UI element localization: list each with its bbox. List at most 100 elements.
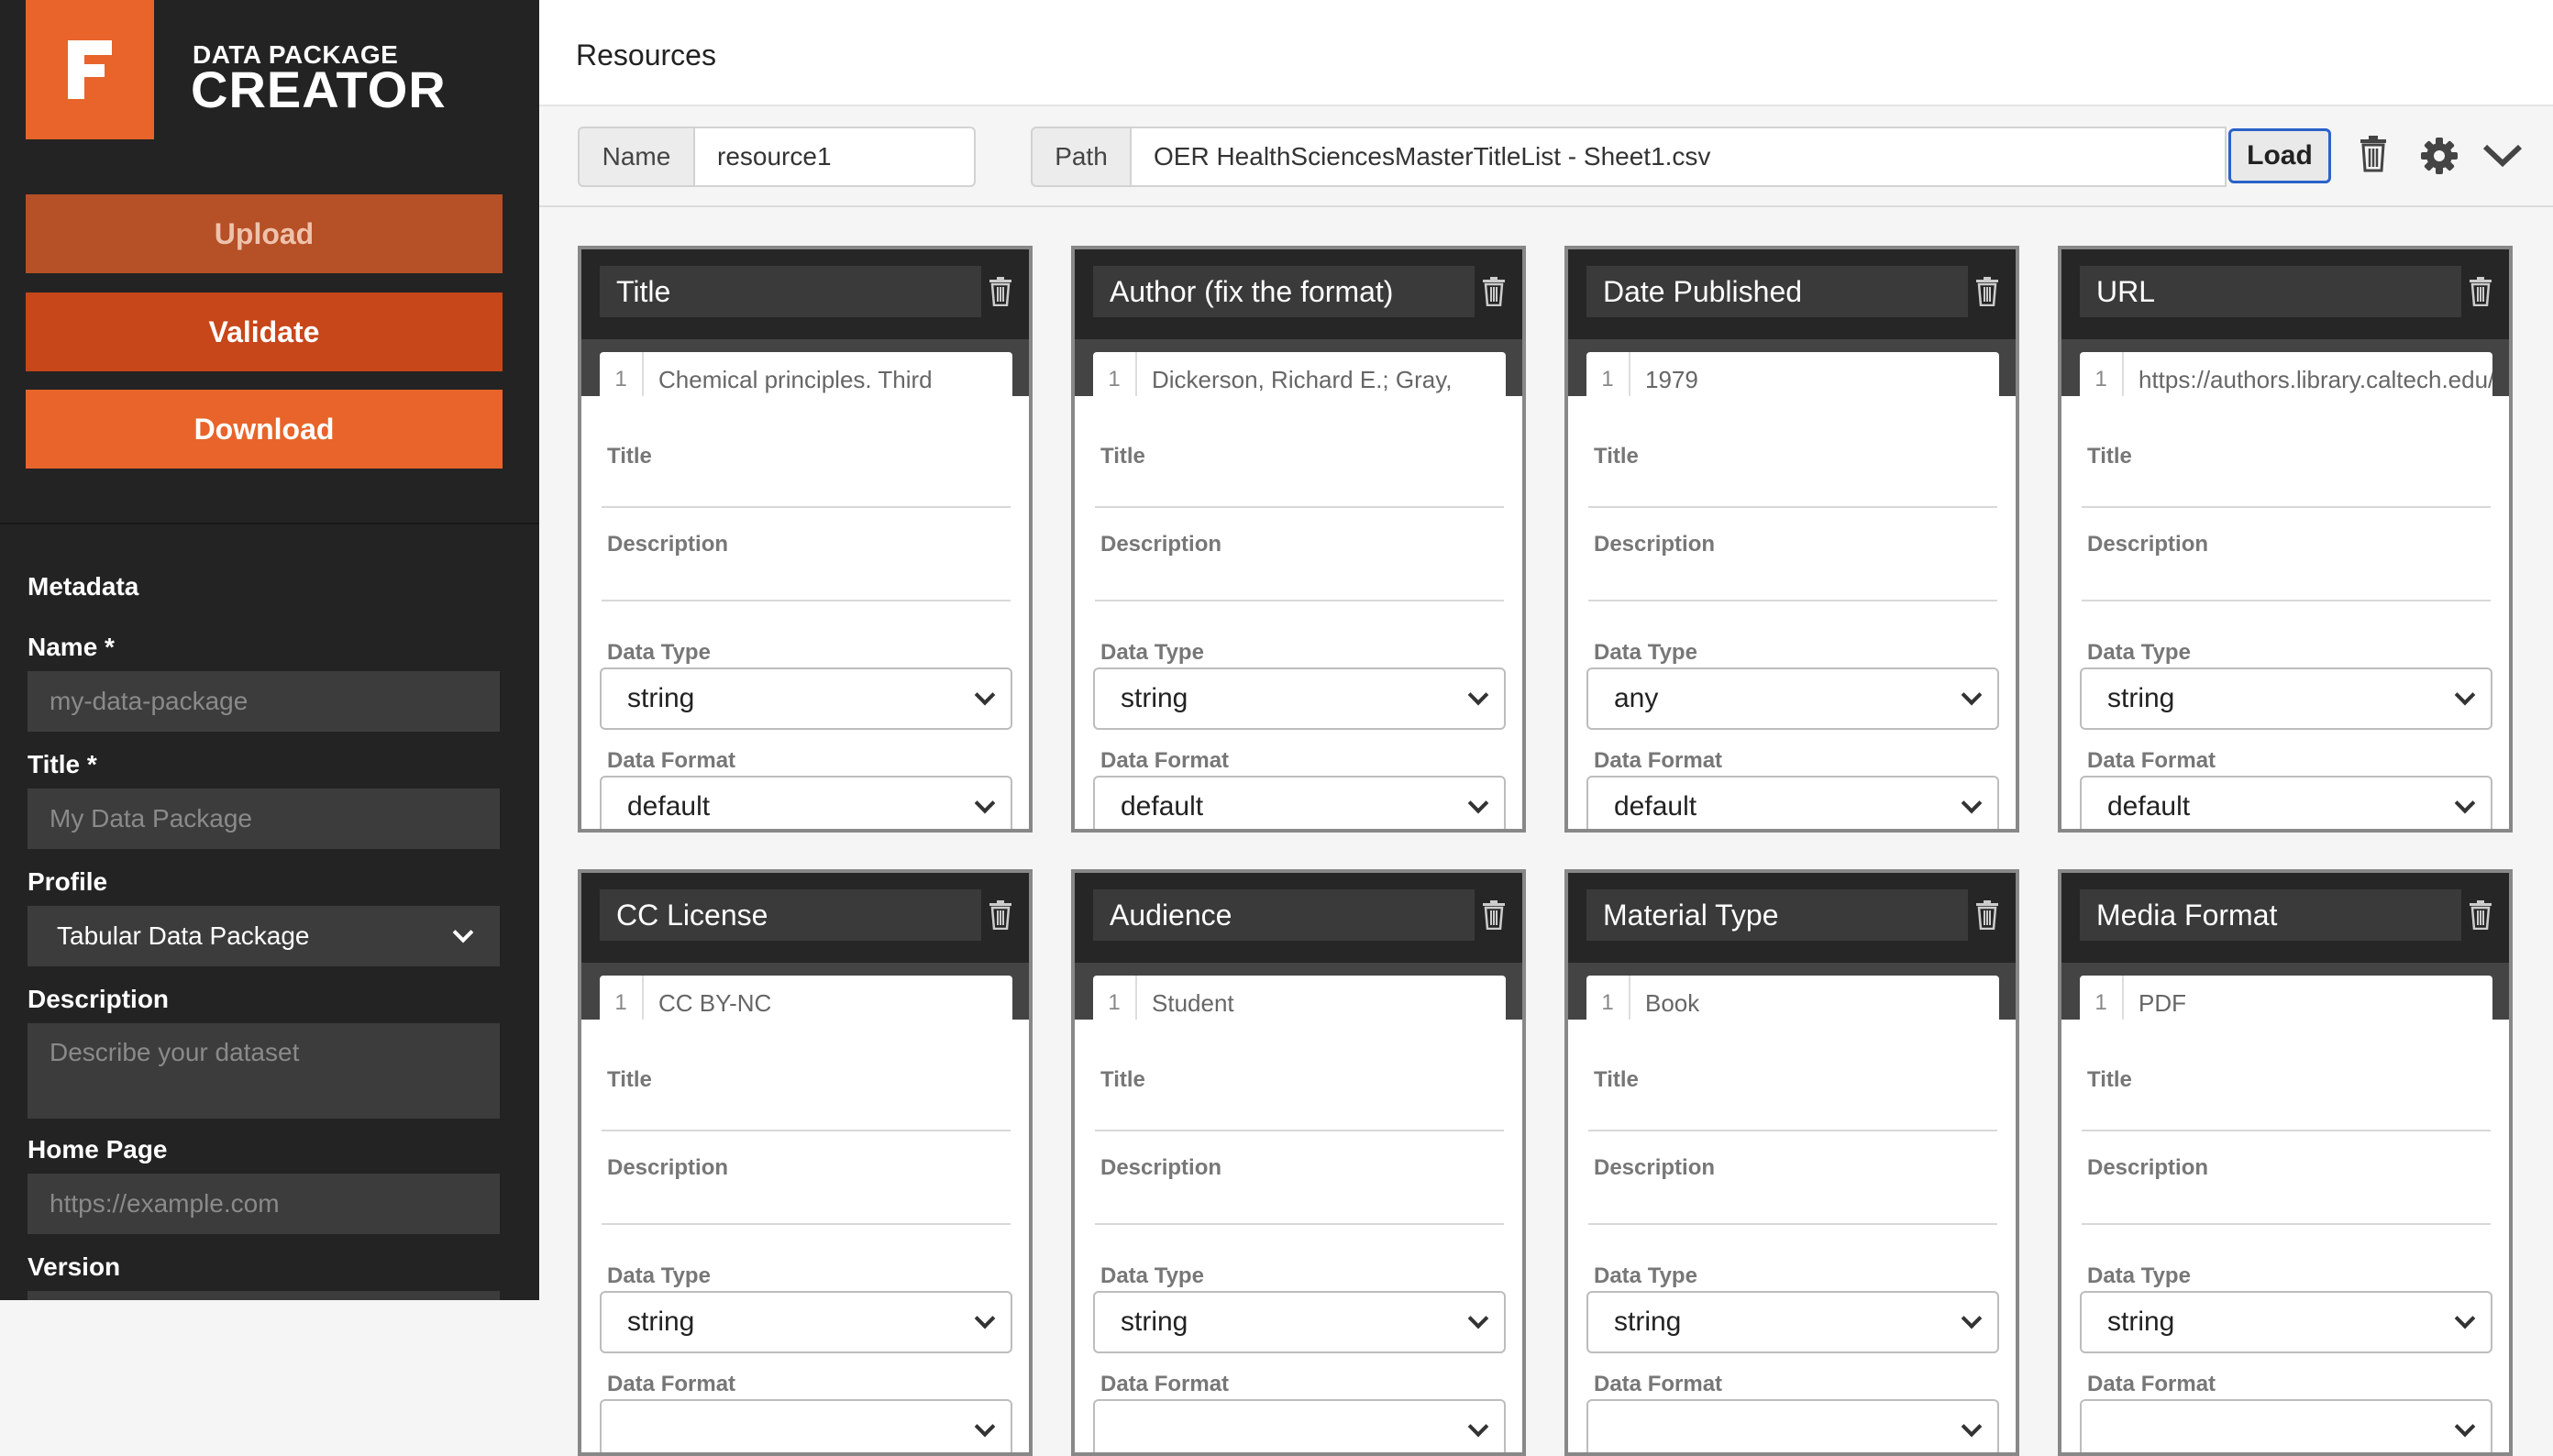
field-description-label: Description <box>1100 1155 1222 1180</box>
field-description-input[interactable] <box>1588 1223 1997 1225</box>
field-title-input[interactable] <box>1095 506 1504 508</box>
profile-label: Profile <box>28 867 108 896</box>
data-format-select[interactable]: default <box>2080 776 2492 829</box>
collapse-chevron-down-icon[interactable] <box>2481 143 2524 169</box>
field-title-input[interactable] <box>2082 1130 2491 1131</box>
field-title-input[interactable] <box>2082 506 2491 508</box>
field-description-input[interactable] <box>1588 600 1997 601</box>
preview-value: Chemical principles. Third <box>658 365 933 393</box>
package-title-placeholder: My Data Package <box>50 804 252 833</box>
field-name-input[interactable]: CC License <box>600 889 981 941</box>
chevron-down-icon <box>974 1416 996 1438</box>
field-card-body: Title Description Data Type string Data … <box>1075 1020 1522 1452</box>
field-title-input[interactable] <box>602 506 1011 508</box>
field-description-input[interactable] <box>1095 1223 1504 1225</box>
chevron-down-icon <box>974 684 996 706</box>
package-description-textarea[interactable]: Describe your dataset <box>28 1023 500 1119</box>
download-button[interactable]: Download <box>26 390 503 469</box>
chevron-down-icon <box>452 921 474 943</box>
data-type-value: string <box>627 683 695 713</box>
field-description-input[interactable] <box>2082 600 2491 601</box>
data-format-select[interactable] <box>600 1399 1012 1452</box>
data-format-value: default <box>627 791 711 822</box>
delete-resource-trash-icon[interactable] <box>2359 136 2388 172</box>
load-button[interactable]: Load <box>2228 128 2331 183</box>
field-card-header: Title 1 Chemical principles. Third <box>581 249 1029 407</box>
field-name-input[interactable]: Title <box>600 266 981 317</box>
data-format-select[interactable] <box>2080 1399 2492 1452</box>
data-format-select[interactable]: default <box>600 776 1012 829</box>
field-title-input[interactable] <box>1588 1130 1997 1131</box>
data-type-value: any <box>1614 683 1659 713</box>
data-format-select[interactable] <box>1586 1399 1999 1452</box>
field-title-label: Title <box>607 1067 652 1092</box>
data-type-select[interactable]: string <box>600 667 1012 730</box>
homepage-input[interactable]: https://example.com <box>28 1174 500 1234</box>
field-name-input[interactable]: Material Type <box>1586 889 1968 941</box>
field-card-header: URL 1 https://authors.library.caltech.ed… <box>2061 249 2509 407</box>
field-card: Material Type 1 Book Title Description D… <box>1564 869 2019 1456</box>
data-format-value: default <box>1121 791 1204 822</box>
data-type-select[interactable]: string <box>2080 1291 2492 1353</box>
field-title-label: Title <box>2087 444 2132 469</box>
field-data-type-label: Data Type <box>1100 640 1204 665</box>
resource-name-input[interactable]: resource1 <box>695 127 976 187</box>
field-name-input[interactable]: Author (fix the format) <box>1093 266 1475 317</box>
field-name-input[interactable]: Audience <box>1093 889 1475 941</box>
field-description-input[interactable] <box>602 600 1011 601</box>
data-format-value: default <box>2107 791 2191 822</box>
chevron-down-icon <box>2454 684 2476 706</box>
package-title-input[interactable]: My Data Package <box>28 789 500 849</box>
field-card-body: Title Description Data Type string Data … <box>2061 396 2509 829</box>
field-name-input[interactable]: Date Published <box>1586 266 1968 317</box>
data-format-select[interactable]: default <box>1586 776 1999 829</box>
field-name-value: URL <box>2096 274 2156 308</box>
chevron-down-icon <box>974 1307 996 1329</box>
field-title-input[interactable] <box>1095 1130 1504 1131</box>
package-name-input[interactable]: my-data-package <box>28 671 500 732</box>
data-type-select[interactable]: string <box>600 1291 1012 1353</box>
data-type-select[interactable]: string <box>2080 667 2492 730</box>
preview-value: PDF <box>2139 988 2186 1017</box>
field-title-input[interactable] <box>602 1130 1011 1131</box>
data-type-select[interactable]: any <box>1586 667 1999 730</box>
chevron-down-icon <box>2454 1416 2476 1438</box>
delete-field-trash-icon[interactable] <box>1482 900 1506 934</box>
chevron-down-icon <box>1467 684 1489 706</box>
data-type-select[interactable]: string <box>1093 1291 1506 1353</box>
data-format-select[interactable]: default <box>1093 776 1506 829</box>
data-type-select[interactable]: string <box>1586 1291 1999 1353</box>
delete-field-trash-icon[interactable] <box>989 277 1012 311</box>
data-type-select[interactable]: string <box>1093 667 1506 730</box>
upload-button[interactable]: Upload <box>26 194 503 273</box>
delete-field-trash-icon[interactable] <box>1975 900 1999 934</box>
delete-field-trash-icon[interactable] <box>2469 900 2492 934</box>
settings-gear-icon[interactable] <box>2421 138 2458 174</box>
data-type-value: string <box>2107 1307 2175 1337</box>
field-name-input[interactable]: URL <box>2080 266 2461 317</box>
field-title-input[interactable] <box>1588 506 1997 508</box>
delete-field-trash-icon[interactable] <box>2469 277 2492 311</box>
field-description-label: Description <box>2087 532 2209 557</box>
field-data-format-label: Data Format <box>1594 748 1723 773</box>
field-description-input[interactable] <box>2082 1223 2491 1225</box>
data-type-value: string <box>1121 683 1188 713</box>
field-description-input[interactable] <box>602 1223 1011 1225</box>
validate-button[interactable]: Validate <box>26 292 503 371</box>
version-input[interactable] <box>28 1291 500 1300</box>
preview-value: https://authors.library.caltech.edu/25 <box>2139 365 2492 393</box>
delete-field-trash-icon[interactable] <box>1482 277 1506 311</box>
field-data-type-label: Data Type <box>607 640 711 665</box>
field-description-input[interactable] <box>1095 600 1504 601</box>
field-card-header: Date Published 1 1979 <box>1568 249 2016 407</box>
resource-path-input[interactable]: OER HealthSciencesMasterTitleList - Shee… <box>1132 127 2227 187</box>
logo-f-icon <box>68 40 112 99</box>
delete-field-trash-icon[interactable] <box>989 900 1012 934</box>
field-name-input[interactable]: Media Format <box>2080 889 2461 941</box>
field-card: CC License 1 CC BY-NC Title Description … <box>578 869 1033 1456</box>
field-card-header: Author (fix the format) 1 Dickerson, Ric… <box>1075 249 1522 407</box>
data-format-select[interactable] <box>1093 1399 1506 1452</box>
profile-select[interactable]: Tabular Data Package <box>28 906 500 966</box>
resources-header: Resources <box>539 0 2553 106</box>
delete-field-trash-icon[interactable] <box>1975 277 1999 311</box>
